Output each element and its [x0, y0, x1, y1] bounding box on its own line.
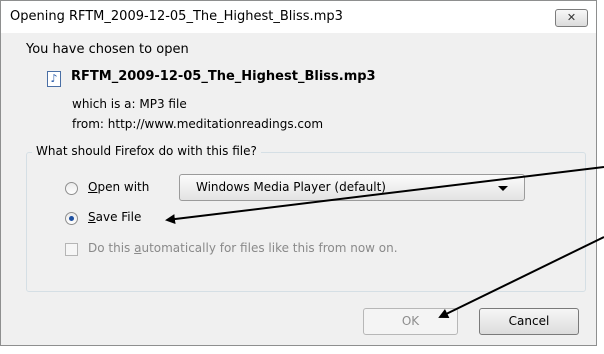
arrow-to-ok-button [438, 236, 604, 318]
arrow-to-save-file [165, 166, 604, 225]
annotation-overlay [165, 166, 604, 318]
